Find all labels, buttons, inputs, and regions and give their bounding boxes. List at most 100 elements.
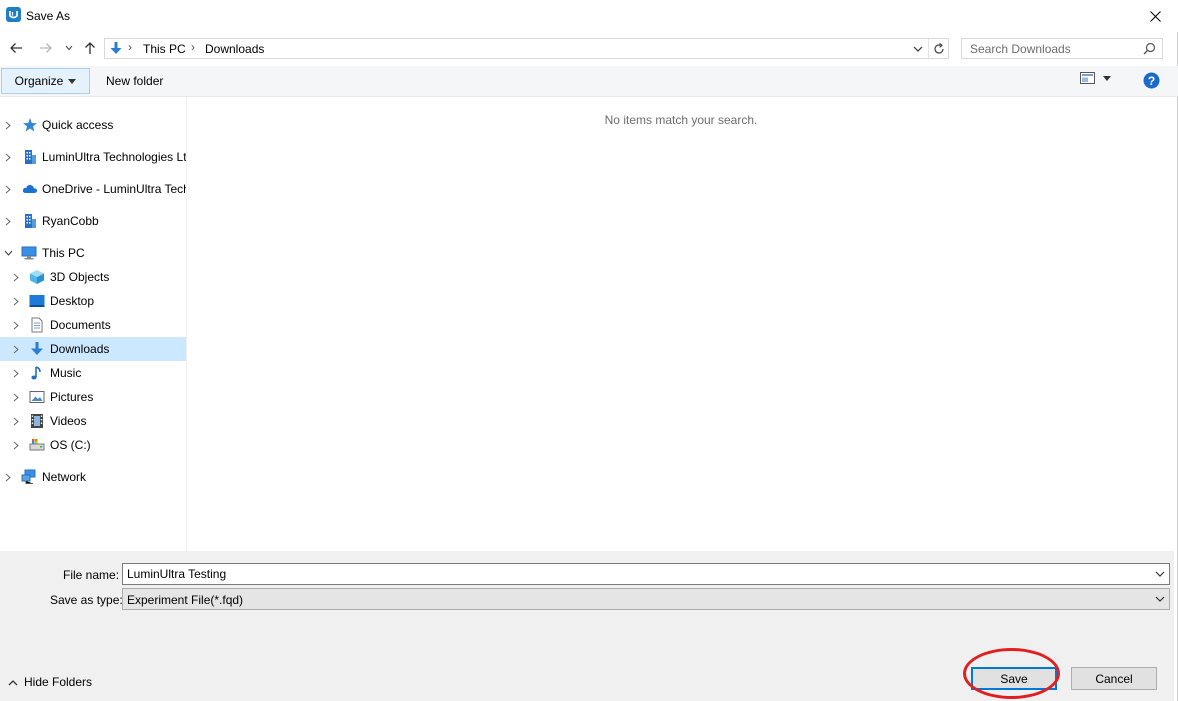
chevron-up-icon xyxy=(8,679,18,685)
expand-chevron-icon[interactable] xyxy=(3,215,13,227)
download-icon xyxy=(110,42,122,54)
tree-item-documents[interactable]: Documents xyxy=(0,313,186,337)
tree-item-os-c[interactable]: OS (C:) xyxy=(0,433,186,457)
arrow-right-icon xyxy=(40,43,52,53)
up-button[interactable] xyxy=(80,38,100,58)
expand-chevron-icon[interactable] xyxy=(11,415,21,427)
refresh-button[interactable] xyxy=(928,39,948,58)
address-dropdown-button[interactable] xyxy=(910,40,926,58)
breadcrumb-this-pc[interactable]: This PC xyxy=(143,42,186,56)
refresh-icon xyxy=(933,42,944,54)
cube-icon xyxy=(30,270,44,284)
tree-item-pictures[interactable]: Pictures xyxy=(0,385,186,409)
building-icon xyxy=(25,214,36,228)
title-bar: Save As xyxy=(0,0,1178,32)
collapse-chevron-icon[interactable] xyxy=(3,247,13,259)
save-options-panel: File name: Save as type: Experiment File… xyxy=(0,551,1174,701)
save-type-label: Save as type: xyxy=(50,593,123,607)
save-type-select[interactable]: Experiment File(*.fqd) xyxy=(122,588,1170,610)
navigation-bar: › This PC › Downloads xyxy=(0,34,1178,62)
tree-item-luminultra-technologies[interactable]: LuminUltra Technologies Lt xyxy=(0,145,186,169)
help-icon: ? xyxy=(1143,72,1160,89)
view-options-button[interactable] xyxy=(1080,72,1111,84)
chevron-down-icon[interactable] xyxy=(1153,567,1167,581)
tree-label: Quick access xyxy=(42,118,114,132)
chevron-down-icon xyxy=(65,45,73,51)
command-bar: Organize New folder ? xyxy=(0,66,1178,97)
network-icon xyxy=(21,469,36,484)
window-title: Save As xyxy=(26,9,71,23)
cancel-button[interactable]: Cancel xyxy=(1071,667,1157,690)
drive-icon xyxy=(29,439,45,451)
expand-chevron-icon[interactable] xyxy=(11,439,21,451)
star-icon xyxy=(23,118,37,132)
tree-label: LuminUltra Technologies Lt xyxy=(42,150,186,164)
tree-item-videos[interactable]: Videos xyxy=(0,409,186,433)
tree-item-desktop[interactable]: Desktop xyxy=(0,289,186,313)
help-button[interactable]: ? xyxy=(1143,72,1160,92)
building-icon xyxy=(25,150,36,164)
new-folder-button[interactable]: New folder xyxy=(100,68,169,94)
breadcrumb-downloads[interactable]: Downloads xyxy=(205,42,264,56)
cloud-icon xyxy=(22,184,38,193)
close-icon xyxy=(1149,10,1161,22)
tree-label: 3D Objects xyxy=(50,270,110,284)
forward-button[interactable] xyxy=(36,38,56,58)
expand-chevron-icon[interactable] xyxy=(3,471,13,483)
tree-label: Downloads xyxy=(50,342,110,356)
expand-chevron-icon[interactable] xyxy=(11,343,21,355)
close-button[interactable] xyxy=(1132,0,1178,32)
app-icon xyxy=(6,7,21,22)
tree-item-this-pc[interactable]: This PC xyxy=(0,241,186,265)
dropdown-arrow-icon xyxy=(1103,75,1111,81)
tree-item-downloads[interactable]: Downloads xyxy=(0,337,186,361)
save-as-dialog: Save As › This PC › Downloads Search Dow… xyxy=(0,0,1178,701)
file-name-combobox[interactable] xyxy=(122,563,1170,585)
hide-folders-label: Hide Folders xyxy=(24,675,93,689)
empty-message: No items match your search. xyxy=(604,113,758,127)
tree-label: Documents xyxy=(50,318,111,332)
arrow-up-icon xyxy=(85,42,95,54)
file-name-input[interactable] xyxy=(123,564,1143,584)
tree-item-onedrive[interactable]: OneDrive - LuminUltra Tech xyxy=(0,177,186,201)
expand-chevron-icon[interactable] xyxy=(3,119,13,131)
expand-chevron-icon[interactable] xyxy=(11,367,21,379)
file-list-area[interactable]: No items match your search. xyxy=(188,97,1174,551)
expand-chevron-icon[interactable] xyxy=(3,151,13,163)
address-bar[interactable]: › This PC › Downloads xyxy=(104,38,949,59)
music-icon xyxy=(31,366,41,380)
tree-item-music[interactable]: Music xyxy=(0,361,186,385)
search-box[interactable] xyxy=(961,38,1163,59)
hide-folders-button[interactable]: Hide Folders xyxy=(8,675,92,689)
back-button[interactable] xyxy=(6,38,26,58)
organize-label: Organize xyxy=(14,74,64,88)
expand-chevron-icon[interactable] xyxy=(11,271,21,283)
breadcrumb-separator: › xyxy=(128,40,132,54)
tree-label: Network xyxy=(42,470,87,484)
tree-label: OS (C:) xyxy=(50,438,91,452)
expand-chevron-icon[interactable] xyxy=(11,319,21,331)
document-icon xyxy=(31,317,43,333)
navigation-pane: Quick access LuminUltra Technologies Lt … xyxy=(0,97,187,551)
tree-label: Pictures xyxy=(50,390,94,404)
tree-item-network[interactable]: Network xyxy=(0,465,186,489)
search-input[interactable] xyxy=(962,39,1142,58)
save-button[interactable]: Save xyxy=(971,667,1057,690)
expand-chevron-icon[interactable] xyxy=(11,391,21,403)
video-icon xyxy=(31,414,43,428)
tree-label: OneDrive - LuminUltra Tech xyxy=(42,182,186,196)
save-label: Save xyxy=(1000,671,1028,686)
recent-locations-button[interactable] xyxy=(62,38,76,58)
organize-button[interactable]: Organize xyxy=(1,68,90,94)
computer-icon xyxy=(21,246,37,260)
tree-item-quick-access[interactable]: Quick access xyxy=(0,113,186,137)
tree-item-3d-objects[interactable]: 3D Objects xyxy=(0,265,186,289)
expand-chevron-icon[interactable] xyxy=(11,295,21,307)
chevron-down-icon xyxy=(1155,596,1165,602)
tree-item-ryancobb[interactable]: RyanCobb xyxy=(0,209,186,233)
file-name-label: File name: xyxy=(63,568,120,582)
breadcrumb-separator: › xyxy=(191,40,195,54)
expand-chevron-icon[interactable] xyxy=(3,183,13,195)
tree-label: RyanCobb xyxy=(42,214,99,228)
tree-label: This PC xyxy=(42,246,85,260)
